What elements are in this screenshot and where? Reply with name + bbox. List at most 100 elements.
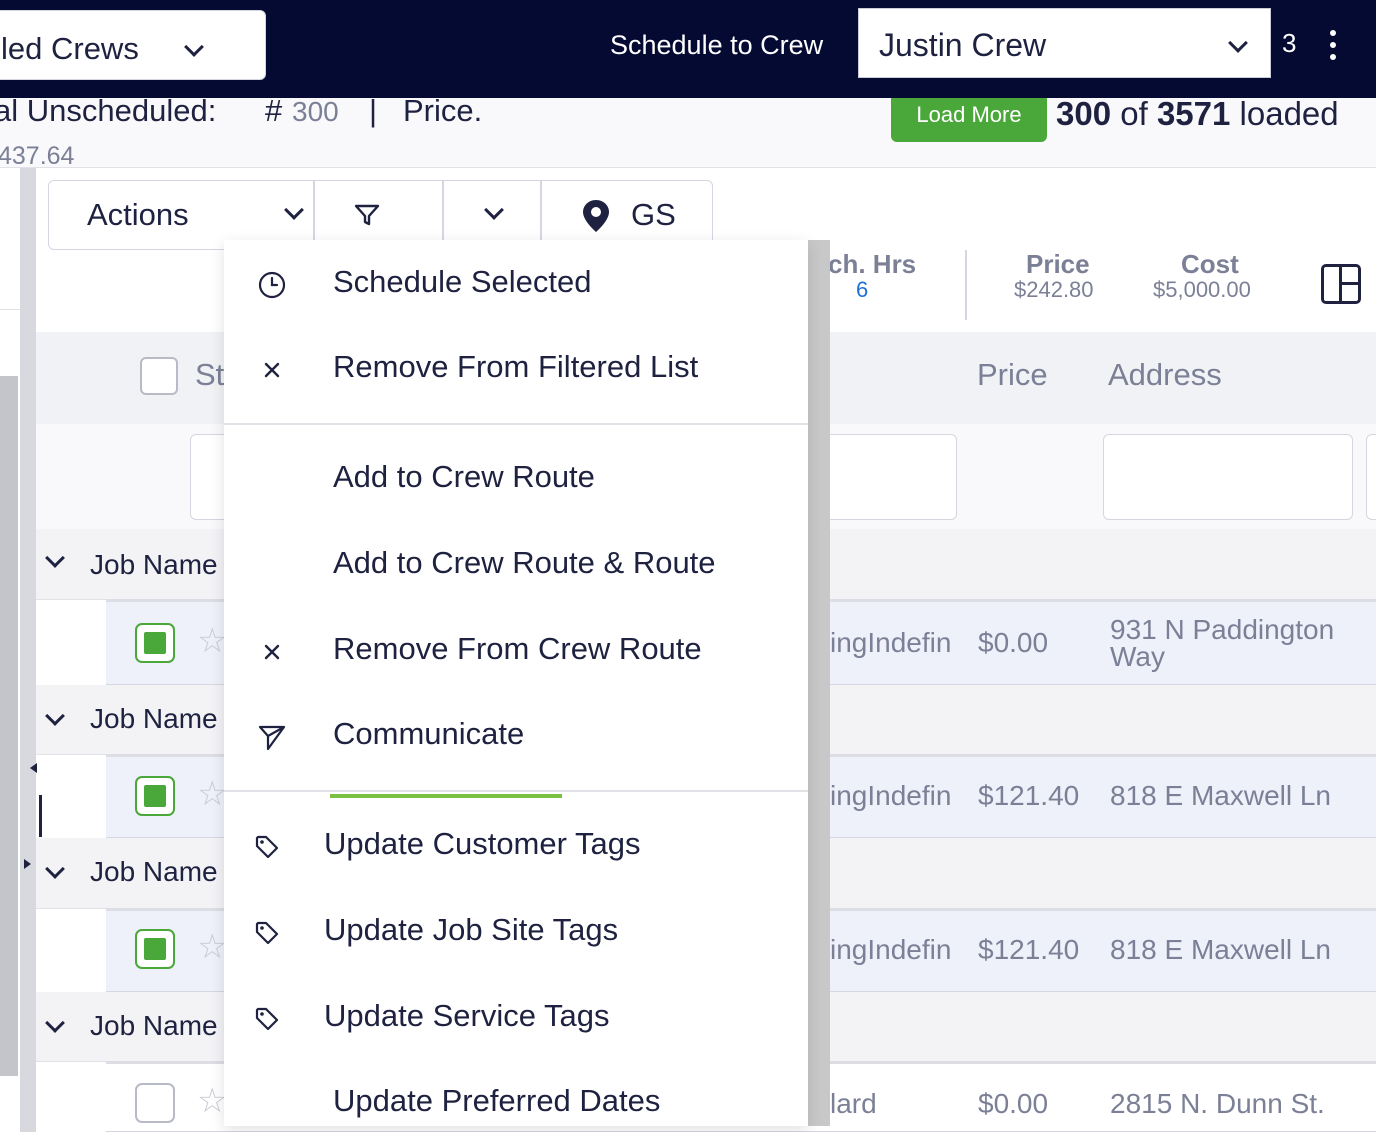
chevron-down-icon[interactable] <box>45 548 65 568</box>
row-price: $0.00 <box>978 1088 1049 1119</box>
next-filter-input[interactable] <box>1366 434 1376 520</box>
menu-item-label: Communicate <box>333 716 525 751</box>
group-label: Job Name <box>90 703 218 734</box>
menu-divider <box>224 423 808 425</box>
hrs-stat-label: ch. Hrs <box>828 249 917 279</box>
row-address: 818 E Maxwell Ln <box>1110 934 1332 965</box>
menu-item-add-crew-route[interactable]: Add to Crew Route <box>224 449 808 509</box>
menu-item-add-crew-route-and-route[interactable]: Add to Crew Route & Route <box>224 535 808 595</box>
menu-item-update-service-tags[interactable]: Update Service Tags <box>224 988 808 1048</box>
gs-label: GS <box>631 197 676 232</box>
select-all-checkbox[interactable] <box>140 357 178 395</box>
status-column-header[interactable]: St <box>195 357 224 393</box>
row-cell-trail: ingIndefin <box>830 780 952 811</box>
menu-item-label: Update Job Site Tags <box>324 912 619 947</box>
menu-item-label: Update Service Tags <box>324 998 610 1033</box>
star-icon[interactable]: ☆ <box>197 774 227 814</box>
loaded-count: 300 <box>1056 95 1112 132</box>
top-bar: led Crews Schedule to Crew Justin Crew 3 <box>0 0 1376 98</box>
row-cell-trail: lard <box>830 1088 877 1119</box>
count-hash: # <box>265 93 283 128</box>
menu-item-label: Update Preferred Dates <box>333 1083 661 1118</box>
row-address: 2815 N. Dunn St. <box>1110 1088 1325 1119</box>
close-icon <box>264 362 280 378</box>
loaded-status: 300 of 3571 loaded <box>1056 95 1339 133</box>
tag-icon <box>255 921 279 945</box>
loaded-of: of <box>1120 95 1148 132</box>
splitter-handle[interactable] <box>39 795 42 837</box>
menu-divider <box>224 790 808 792</box>
row-checkbox[interactable] <box>135 929 175 969</box>
summary-separator: | <box>369 93 378 128</box>
chevron-down-icon <box>284 200 304 220</box>
star-icon[interactable]: ☆ <box>197 1081 227 1121</box>
row-checkbox[interactable] <box>135 776 175 816</box>
menu-scrollbar[interactable] <box>808 240 830 1126</box>
address-filter-input[interactable] <box>1103 434 1353 520</box>
close-icon <box>264 644 280 660</box>
crew-filter-value: led Crews <box>1 31 139 66</box>
row-checkbox[interactable] <box>135 623 175 663</box>
load-more-button[interactable]: Load More <box>891 98 1047 142</box>
stat-divider <box>965 250 967 320</box>
menu-item-update-job-site-tags[interactable]: Update Job Site Tags <box>224 902 808 962</box>
loaded-suffix: loaded <box>1239 95 1339 132</box>
menu-item-remove-filtered[interactable]: Remove From Filtered List <box>224 339 808 399</box>
map-pin-icon <box>583 200 609 232</box>
row-cell-trail: ingIndefin <box>830 934 952 965</box>
send-icon <box>258 725 286 751</box>
left-panel-scrollbar[interactable] <box>0 376 18 1076</box>
clock-icon <box>258 271 286 299</box>
row-address: 931 N Paddington Way <box>1110 616 1334 672</box>
menu-item-communicate[interactable]: Communicate <box>224 706 808 766</box>
loaded-total: 3571 <box>1156 95 1231 132</box>
more-options-icon[interactable] <box>1327 30 1339 64</box>
chevron-down-icon <box>1228 33 1248 53</box>
chevron-down-icon[interactable] <box>45 859 65 879</box>
unscheduled-label: al Unscheduled: <box>0 93 217 128</box>
row-price: $121.40 <box>978 780 1080 811</box>
unscheduled-count: 300 <box>292 96 339 127</box>
panel-splitter[interactable] <box>20 168 36 1132</box>
address-line-2: Way <box>1110 641 1165 672</box>
menu-item-update-preferred-dates[interactable]: Update Preferred Dates <box>224 1073 808 1126</box>
crew-count-badge: 3 <box>1282 28 1297 58</box>
row-price: $0.00 <box>978 627 1049 658</box>
row-checkbox[interactable] <box>135 1083 175 1123</box>
left-panel-header <box>0 168 20 310</box>
address-column-header[interactable]: Address <box>1108 357 1222 393</box>
collapse-left-icon[interactable] <box>30 763 37 773</box>
price-label: Price. <box>403 93 483 128</box>
row-address: 818 E Maxwell Ln <box>1110 780 1332 811</box>
tag-icon <box>255 835 279 859</box>
price-amount: 437.64 <box>0 142 75 170</box>
crew-filter-select[interactable]: led Crews <box>0 10 266 80</box>
expand-right-icon[interactable] <box>24 859 31 869</box>
hrs-stat-value[interactable]: 6 <box>856 277 868 303</box>
cost-stat-label: Cost <box>1181 249 1239 279</box>
menu-item-label: Add to Crew Route <box>333 459 595 494</box>
group-label: Job Name <box>90 856 218 887</box>
row-price: $121.40 <box>978 934 1080 965</box>
menu-item-label: Update Customer Tags <box>324 826 641 861</box>
chevron-down-icon[interactable] <box>45 1013 65 1033</box>
menu-item-update-customer-tags[interactable]: Update Customer Tags <box>224 816 808 876</box>
price-stat-label: Price <box>1026 249 1090 279</box>
schedule-to-crew-label: Schedule to Crew <box>610 30 824 60</box>
menu-item-schedule-selected[interactable]: Schedule Selected <box>224 254 808 314</box>
row-cell-trail: ingIndefin <box>830 627 952 658</box>
layout-icon[interactable] <box>1321 264 1361 304</box>
menu-item-label: Schedule Selected <box>333 264 592 299</box>
menu-item-label: Remove From Crew Route <box>333 631 702 666</box>
chevron-down-icon <box>484 200 504 220</box>
active-underline <box>330 794 562 798</box>
cost-stat-value: $5,000.00 <box>1153 277 1251 302</box>
menu-item-label: Remove From Filtered List <box>333 349 699 384</box>
star-icon[interactable]: ☆ <box>197 621 227 661</box>
price-column-header[interactable]: Price <box>977 357 1048 393</box>
menu-item-remove-crew-route[interactable]: Remove From Crew Route <box>224 621 808 681</box>
star-icon[interactable]: ☆ <box>197 927 227 967</box>
group-label: Job Name <box>90 1010 218 1041</box>
crew-select[interactable]: Justin Crew <box>858 8 1271 78</box>
chevron-down-icon[interactable] <box>45 706 65 726</box>
